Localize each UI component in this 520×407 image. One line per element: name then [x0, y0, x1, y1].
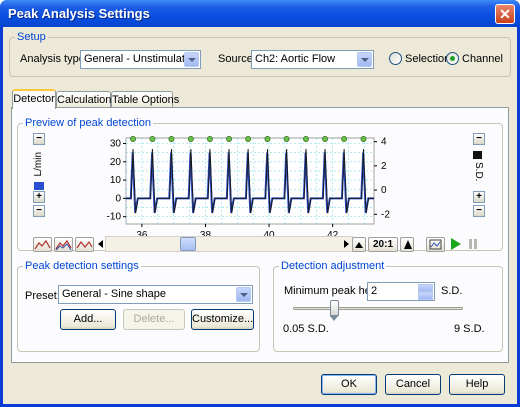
play-icon[interactable]: [448, 237, 464, 252]
left-y-tick-label: 0: [115, 193, 121, 204]
cancel-button[interactable]: Cancel: [385, 374, 441, 395]
peak-detection-settings-legend: Peak detection settings: [25, 260, 139, 272]
left-y-tick-label: 10: [110, 175, 122, 186]
peak-marker: [187, 136, 194, 142]
analysis-type-select[interactable]: General - Unstimulated: [80, 50, 201, 69]
right-axis-unit: S.D.: [473, 162, 484, 182]
display-mode-icon-3[interactable]: [75, 237, 94, 252]
peak-marker: [283, 136, 290, 142]
display-mode-icon-2[interactable]: [54, 237, 73, 252]
channel-radio[interactable]: [446, 52, 459, 65]
right-scale-minus-button-2[interactable]: −: [473, 205, 485, 217]
peak-marker: [130, 136, 136, 142]
slider-min-label: 0.05 S.D.: [283, 323, 329, 335]
analysis-type-label: Analysis type:: [20, 53, 88, 65]
right-y-tick-label: 4: [381, 137, 387, 148]
right-scale-plus-button[interactable]: +: [473, 191, 485, 203]
peak-marker: [322, 136, 328, 142]
min-peak-height-stepper[interactable]: 2: [367, 282, 435, 301]
peak-marker: [303, 136, 309, 142]
compress-icon[interactable]: [352, 237, 366, 252]
analysis-type-value: General - Unstimulated: [84, 53, 198, 65]
left-scale-minus-button[interactable]: −: [33, 133, 45, 145]
preview-legend: Preview of peak detection: [25, 117, 151, 129]
channel-radio-label[interactable]: Channel: [462, 53, 503, 65]
peak-marker: [341, 136, 348, 142]
min-peak-height-value: 2: [371, 285, 378, 297]
blue-series-swatch: [34, 182, 44, 190]
peak-marker: [149, 136, 156, 142]
preset-select[interactable]: General - Sine shape: [58, 285, 253, 304]
tab-detector[interactable]: Detector: [12, 89, 56, 109]
peak-marker: [360, 136, 367, 142]
title-bar[interactable]: Peak Analysis Settings ✕: [0, 0, 520, 27]
right-y-tick-label: 2: [381, 161, 387, 172]
left-y-tick-label: 20: [110, 157, 122, 168]
selection-radio[interactable]: [389, 52, 402, 65]
peak-marker: [226, 136, 232, 142]
zoom-ratio-button[interactable]: 20:1: [368, 237, 398, 252]
stepper-down-icon[interactable]: [418, 292, 433, 300]
scroll-right-icon[interactable]: [344, 240, 349, 248]
min-peak-height-unit: S.D.: [441, 285, 463, 297]
min-peak-height-slider-thumb[interactable]: [330, 300, 339, 321]
display-mode-icon-1[interactable]: [33, 237, 52, 252]
selection-radio-label[interactable]: Selection: [405, 53, 450, 65]
black-series-swatch: [473, 151, 482, 159]
left-scale-minus-button-2[interactable]: −: [33, 205, 45, 217]
left-y-tick-label: -10: [107, 212, 122, 223]
dialog-title: Peak Analysis Settings: [8, 6, 150, 21]
peak-detection-settings-group: Peak detection settings: [17, 260, 260, 352]
pause-icon[interactable]: [465, 237, 481, 252]
preset-label: Preset:: [25, 290, 60, 302]
help-button[interactable]: Help: [449, 374, 505, 395]
chevron-down-icon[interactable]: [184, 52, 199, 67]
source-select[interactable]: Ch2: Aortic Flow: [251, 50, 374, 69]
time-scrollbar[interactable]: [105, 236, 353, 252]
expand-icon[interactable]: [400, 237, 414, 252]
peak-marker: [245, 136, 252, 142]
left-axis-unit: L/min: [33, 152, 44, 177]
detection-adjustment-group: Detection adjustment: [273, 260, 503, 352]
close-button[interactable]: ✕: [495, 4, 515, 24]
right-y-tick-label: -2: [381, 209, 390, 220]
source-value: Ch2: Aortic Flow: [255, 53, 336, 65]
scroll-left-icon[interactable]: [98, 240, 103, 248]
image-view-icon[interactable]: [426, 237, 445, 252]
dialog-body: Setup Analysis type: General - Unstimula…: [3, 27, 517, 404]
add-preset-button[interactable]: Add...: [60, 309, 116, 330]
chevron-down-icon[interactable]: [357, 52, 372, 67]
right-y-tick-label: 0: [381, 185, 387, 196]
time-scrollbar-thumb[interactable]: [180, 237, 196, 251]
chevron-down-icon[interactable]: [236, 287, 251, 302]
preset-value: General - Sine shape: [62, 288, 166, 300]
peak-marker: [206, 136, 213, 142]
left-scale-plus-button[interactable]: +: [33, 191, 45, 203]
peak-marker: [168, 136, 175, 142]
stepper-up-icon[interactable]: [418, 284, 433, 292]
setup-legend: Setup: [17, 31, 46, 43]
min-peak-height-slider[interactable]: [293, 307, 463, 310]
customize-preset-button[interactable]: Customize...: [191, 309, 254, 330]
peak-preview-chart[interactable]: 3020100-10420-236384042: [98, 132, 399, 248]
dialog-window: Peak Analysis Settings ✕ Setup Analysis …: [0, 0, 520, 407]
detection-adjustment-legend: Detection adjustment: [281, 260, 385, 272]
slider-max-label: 9 S.D.: [454, 323, 485, 335]
left-y-tick-label: 30: [110, 138, 122, 149]
ok-button[interactable]: OK: [321, 374, 377, 395]
delete-preset-button[interactable]: Delete...: [123, 309, 185, 330]
right-scale-minus-button[interactable]: −: [473, 133, 485, 145]
peak-marker: [264, 136, 271, 142]
